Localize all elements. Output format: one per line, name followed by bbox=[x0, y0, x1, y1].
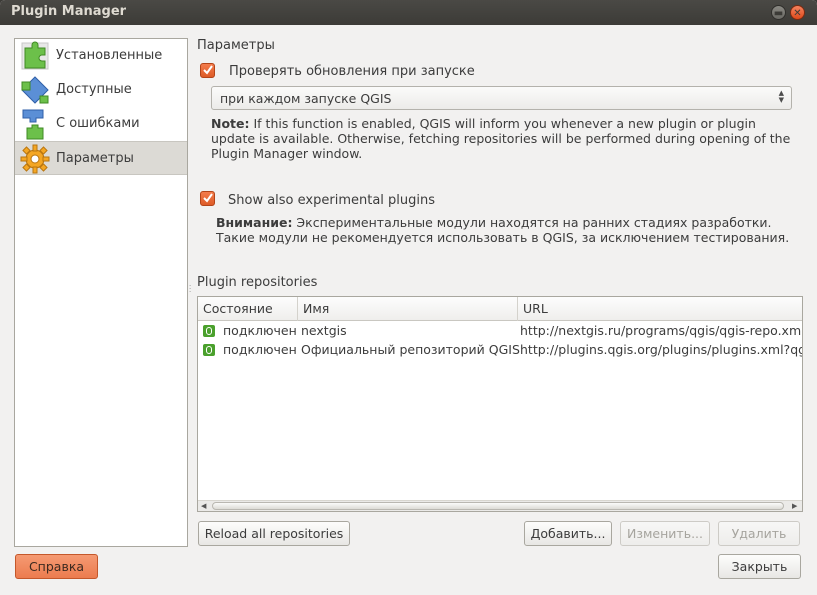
repositories-table: Состояние Имя URL подключен nextgis http… bbox=[197, 296, 803, 512]
row-name: Официальный репозиторий QGIS bbox=[301, 342, 520, 357]
row-url: http://nextgis.ru/programs/qgis/qgis-rep… bbox=[520, 323, 802, 338]
sidebar-item-installed[interactable]: Установленные bbox=[15, 39, 187, 73]
horizontal-scrollbar[interactable]: ◀ ▶ bbox=[198, 500, 802, 511]
update-interval-select[interactable]: при каждом запуске QGIS ▲ ▼ bbox=[211, 86, 792, 110]
sidebar-item-label: Параметры bbox=[56, 151, 134, 166]
checkmark-icon bbox=[203, 65, 213, 75]
window-title: Plugin Manager bbox=[11, 4, 127, 19]
sidebar-item-errors[interactable]: С ошибками bbox=[15, 107, 187, 141]
sidebar-item-label: С ошибками bbox=[56, 116, 140, 131]
experimental-label[interactable]: Show also experimental plugins bbox=[228, 193, 435, 208]
sidebar-item-label: Установленные bbox=[56, 48, 163, 63]
params-title: Параметры bbox=[197, 38, 275, 53]
help-button[interactable]: Справка bbox=[15, 554, 98, 579]
connected-status-icon bbox=[203, 344, 215, 356]
update-interval-value: при каждом запуске QGIS bbox=[220, 91, 392, 106]
close-button[interactable]: Закрыть bbox=[718, 554, 801, 579]
row-status: подключен bbox=[223, 323, 297, 338]
sidebar-item-label: Доступные bbox=[56, 82, 132, 97]
puzzle-broken-icon bbox=[22, 109, 44, 140]
sidebar: Установленные Доступные С ошибками Парам… bbox=[14, 38, 188, 547]
column-header-name[interactable]: Имя bbox=[298, 297, 518, 321]
updown-arrows-icon: ▲ ▼ bbox=[778, 89, 784, 104]
scroll-right-icon[interactable]: ▶ bbox=[792, 501, 797, 511]
note-bold: Note: bbox=[211, 116, 250, 131]
row-status: подключен bbox=[223, 342, 297, 357]
check-updates-checkbox[interactable] bbox=[200, 63, 215, 78]
column-header-status[interactable]: Состояние bbox=[198, 297, 298, 321]
warning-text: Экспериментальные модули находятся на ра… bbox=[216, 215, 790, 245]
checkmark-icon bbox=[203, 193, 213, 203]
warning-bold: Внимание: bbox=[216, 215, 293, 230]
add-repository-button[interactable]: Добавить... bbox=[524, 521, 612, 546]
scrollbar-thumb[interactable] bbox=[212, 502, 784, 510]
row-name: nextgis bbox=[301, 323, 347, 338]
table-row[interactable]: подключен Официальный репозиторий QGIS h… bbox=[198, 341, 802, 360]
edit-repository-button[interactable]: Изменить... bbox=[620, 521, 710, 546]
connected-status-icon bbox=[203, 325, 215, 337]
experimental-warning: Внимание: Экспериментальные модули наход… bbox=[216, 215, 796, 245]
delete-repository-button[interactable]: Удалить bbox=[718, 521, 800, 546]
row-url: http://plugins.qgis.org/plugins/plugins.… bbox=[520, 342, 802, 357]
scroll-left-icon[interactable]: ◀ bbox=[201, 501, 206, 511]
puzzle-blue-icon bbox=[21, 76, 49, 104]
gear-settings-icon bbox=[20, 144, 50, 174]
minimize-button[interactable]: ▬ bbox=[771, 5, 786, 20]
table-row[interactable]: подключен nextgis http://nextgis.ru/prog… bbox=[198, 322, 802, 341]
check-updates-label[interactable]: Проверять обновления при запуске bbox=[229, 64, 475, 79]
experimental-checkbox[interactable] bbox=[200, 191, 215, 206]
repos-title: Plugin repositories bbox=[197, 275, 318, 290]
sidebar-item-available[interactable]: Доступные bbox=[15, 73, 187, 107]
close-window-button[interactable]: ✕ bbox=[790, 5, 805, 20]
splitter-handle[interactable]: · · · bbox=[189, 283, 193, 296]
update-note: Note: If this function is enabled, QGIS … bbox=[211, 116, 791, 161]
table-header: Состояние Имя URL bbox=[198, 297, 802, 321]
puzzle-green-icon bbox=[21, 41, 49, 70]
sidebar-item-settings[interactable]: Параметры bbox=[15, 141, 187, 175]
note-text: If this function is enabled, QGIS will i… bbox=[211, 116, 791, 161]
title-bar[interactable]: Plugin Manager ▬ ✕ bbox=[0, 0, 817, 25]
plugin-manager-window: Plugin Manager ▬ ✕ Установленные Доступн… bbox=[0, 0, 817, 595]
column-header-url[interactable]: URL bbox=[518, 297, 802, 321]
reload-repositories-button[interactable]: Reload all repositories bbox=[198, 521, 350, 546]
